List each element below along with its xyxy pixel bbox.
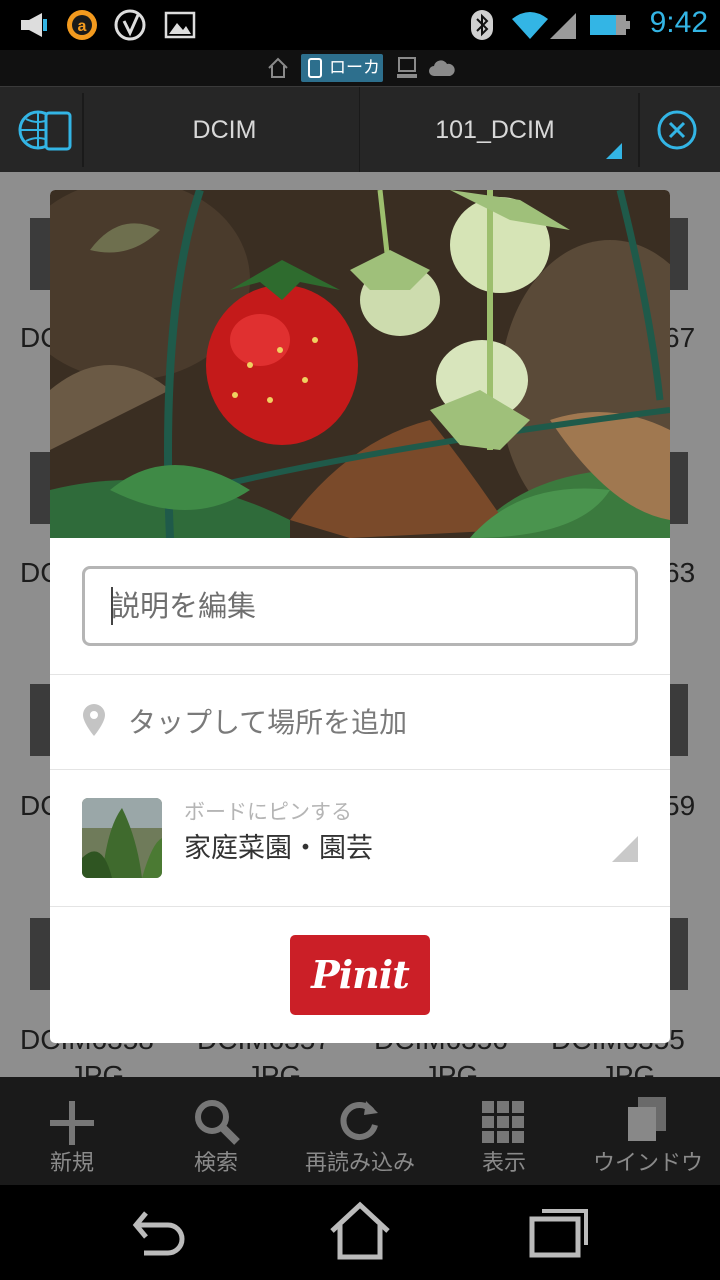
bottom-toolbar: 新規 検索 再読み込み 表示 ウインドウ bbox=[0, 1077, 720, 1185]
location-pin-icon bbox=[83, 704, 105, 736]
window-icon bbox=[628, 1097, 666, 1141]
window-button[interactable]: ウインドウ bbox=[576, 1077, 720, 1185]
view-label: 表示 bbox=[481, 1151, 526, 1176]
wifi-icon bbox=[512, 12, 548, 39]
new-label: 新規 bbox=[49, 1151, 94, 1176]
screen: a 9:42 ローカ DCIM 101_DCIM DC 67 DC 63 DC … bbox=[0, 0, 720, 1280]
divider bbox=[50, 906, 670, 907]
path-segment-label: DCIM bbox=[192, 116, 257, 144]
refresh-label: 再読み込み bbox=[304, 1151, 415, 1176]
megaphone-icon bbox=[21, 13, 47, 37]
pin-it-button[interactable]: Pinit bbox=[290, 935, 430, 1015]
add-place-label: タップして場所を追加 bbox=[128, 706, 408, 739]
close-path-button[interactable] bbox=[638, 93, 714, 167]
refresh-button[interactable]: 再読み込み bbox=[288, 1077, 432, 1185]
a-circle-icon: a bbox=[67, 10, 97, 40]
view-button[interactable]: 表示 bbox=[432, 1077, 576, 1185]
add-place-row[interactable]: タップして場所を追加 bbox=[50, 675, 670, 769]
image-icon bbox=[164, 11, 196, 39]
search-icon bbox=[195, 1100, 240, 1145]
dropdown-corner-icon bbox=[612, 836, 638, 862]
globe-device-icon bbox=[18, 110, 72, 151]
device-switch-button[interactable] bbox=[8, 93, 84, 167]
strawberry-photo bbox=[50, 190, 670, 538]
description-placeholder: 説明を編集 bbox=[111, 589, 257, 623]
navigation-bar bbox=[0, 1185, 720, 1280]
home-icon[interactable] bbox=[266, 56, 290, 80]
grid-icon bbox=[482, 1101, 524, 1143]
phone-icon bbox=[308, 58, 322, 78]
path-segment-dcim[interactable]: DCIM bbox=[90, 87, 360, 173]
path-bar: DCIM 101_DCIM bbox=[0, 86, 720, 173]
board-name: 家庭菜園・園芸 bbox=[184, 833, 373, 864]
back-icon[interactable] bbox=[130, 1203, 190, 1259]
path-segment-101-dcim[interactable]: 101_DCIM bbox=[360, 87, 630, 173]
c-logo-icon bbox=[114, 9, 146, 41]
path-segment-label: 101_DCIM bbox=[435, 116, 555, 144]
pc-icon[interactable] bbox=[396, 56, 418, 80]
description-input[interactable]: 説明を編集 bbox=[82, 566, 638, 646]
battery-icon bbox=[590, 15, 630, 35]
board-caption: ボードにピンする bbox=[184, 800, 352, 824]
cloud-icon[interactable] bbox=[428, 58, 456, 78]
window-label: ウインドウ bbox=[592, 1151, 703, 1176]
svg-text:a: a bbox=[78, 18, 87, 35]
board-selector[interactable]: ボードにピンする 家庭菜園・園芸 bbox=[50, 770, 670, 906]
source-local-tab[interactable]: ローカル bbox=[301, 54, 383, 106]
pin-dialog: 説明を編集 タップして場所を追加 ボードにピンする 家庭菜園・園芸 Pinit bbox=[50, 190, 670, 1043]
home-icon[interactable] bbox=[328, 1201, 392, 1261]
dropdown-corner-icon bbox=[606, 143, 622, 159]
status-bar: a 9:42 bbox=[0, 0, 720, 50]
clock: 9:42 bbox=[649, 6, 708, 39]
recents-icon[interactable] bbox=[528, 1205, 590, 1259]
bluetooth-icon bbox=[471, 10, 493, 40]
search-button[interactable]: 検索 bbox=[144, 1077, 288, 1185]
refresh-icon bbox=[340, 1101, 378, 1140]
text-caret bbox=[111, 587, 113, 625]
plus-icon bbox=[50, 1101, 94, 1145]
source-bar: ローカル bbox=[0, 50, 720, 106]
board-thumbnail bbox=[82, 798, 162, 878]
search-label: 検索 bbox=[193, 1151, 238, 1176]
close-icon bbox=[657, 110, 697, 150]
signal-icon bbox=[550, 13, 576, 39]
new-button[interactable]: 新規 bbox=[0, 1077, 144, 1185]
